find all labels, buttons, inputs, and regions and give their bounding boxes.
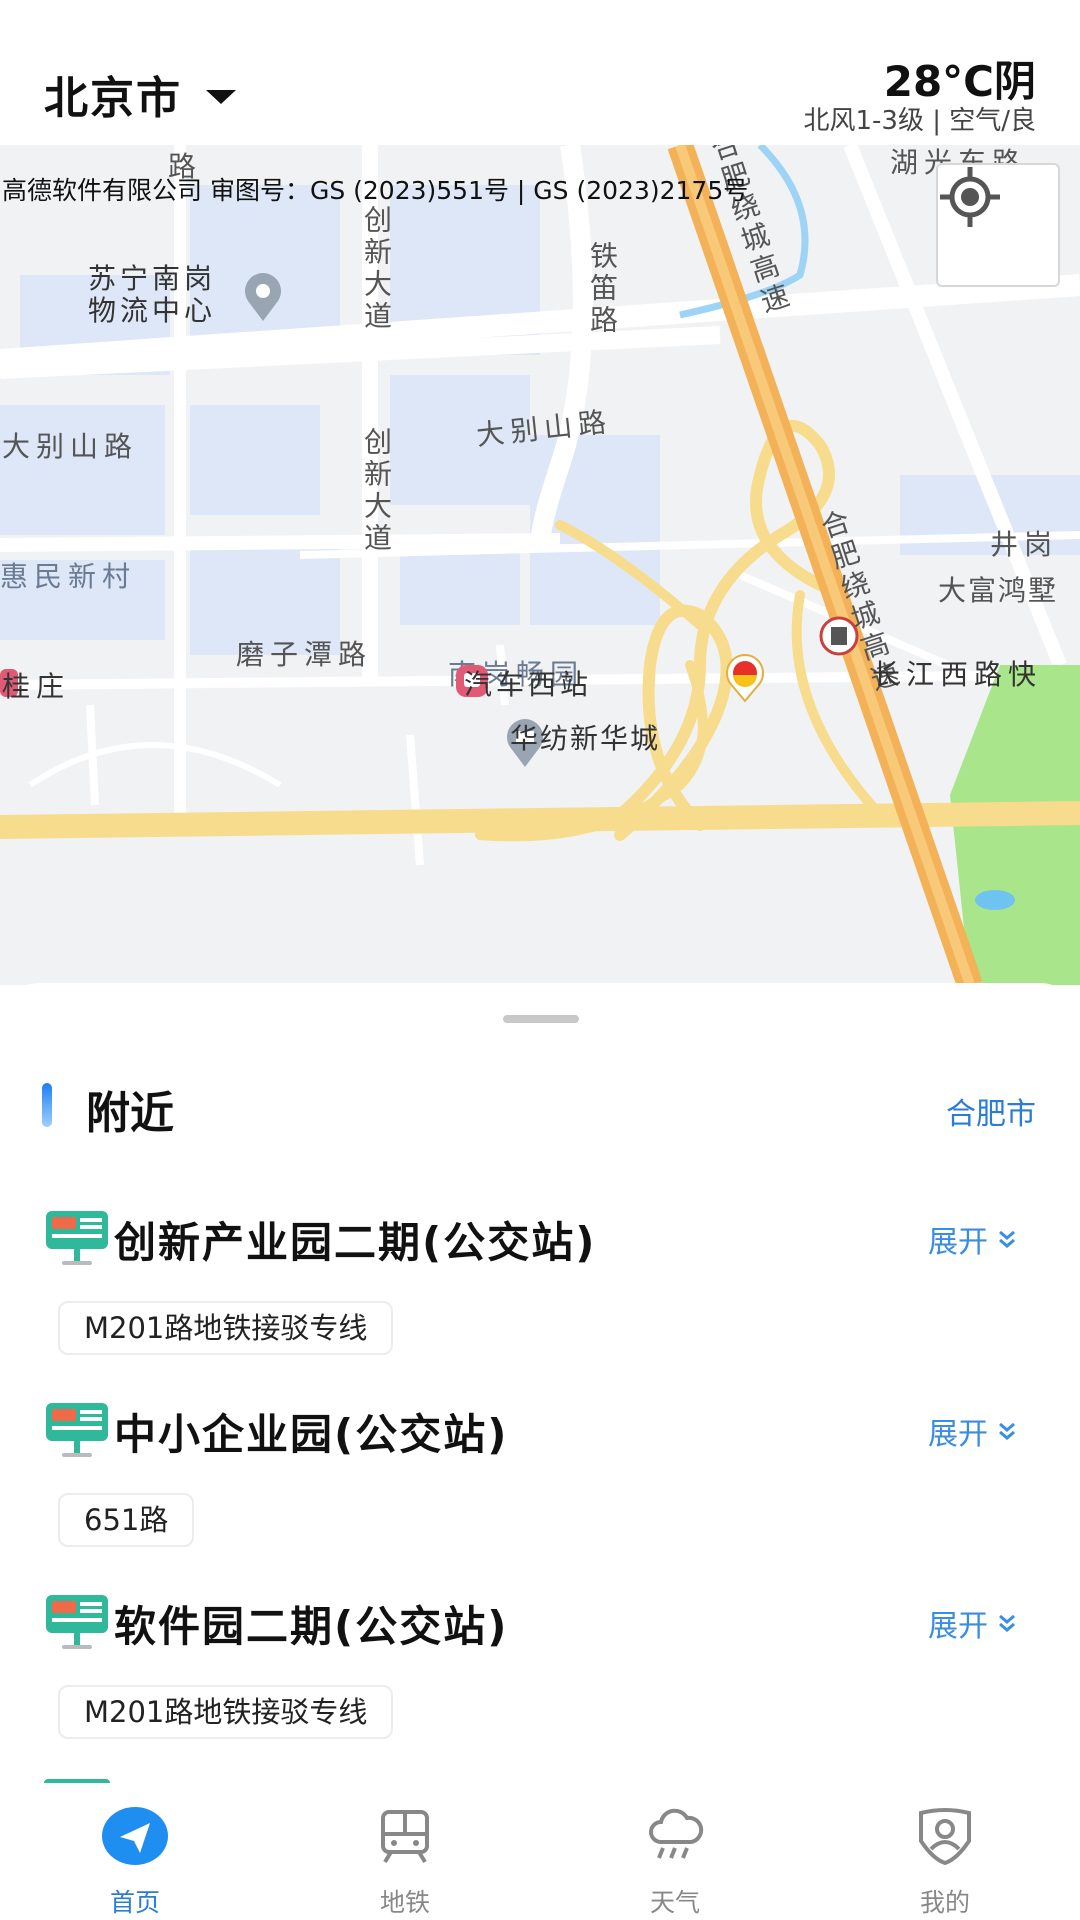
tab-subway[interactable]: 地铁 <box>270 1783 540 1920</box>
bus-route-chip[interactable]: 651路 <box>58 1493 195 1547</box>
city-name: 北京市 <box>44 73 182 124</box>
map-copyright: 高德软件有限公司 审图号：GS (2023)551号 | GS (2023)21… <box>2 176 749 205</box>
bus-stop-sign-icon <box>46 1595 108 1649</box>
map-label-jinggang: 井岗 <box>990 528 1059 561</box>
subway-icon <box>370 1805 440 1867</box>
map-label-mozitan-road: 磨子潭路 <box>236 638 373 671</box>
expand-button[interactable]: 展开 <box>928 1217 1020 1261</box>
map-label-tiedi-road: 铁笛路 <box>586 241 619 337</box>
tab-weather[interactable]: 天气 <box>540 1783 810 1920</box>
map-label-suning: 苏宁南岗物流中心 <box>88 262 217 327</box>
nearby-title: 附近 <box>86 1088 174 1139</box>
chevron-double-down-icon <box>999 1422 1015 1440</box>
map-label-chuangxin-avenue-1: 创新大道 <box>360 205 393 333</box>
expand-button[interactable]: 展开 <box>928 1409 1020 1453</box>
map-label-chuangxin-avenue-2: 创新大道 <box>360 427 393 555</box>
map-poi-huafang[interactable]: 华纺新华城 <box>502 717 661 767</box>
tab-home-label: 首页 <box>109 1888 160 1917</box>
profile-icon <box>910 1805 980 1867</box>
map-view[interactable]: 高德软件有限公司 审图号：GS (2023)551号 | GS (2023)21… <box>0 145 1080 985</box>
expand-label: 展开 <box>928 1225 988 1260</box>
bus-route-chip[interactable]: M201路地铁接驳专线 <box>58 1301 394 1355</box>
header: 北京市 28°C阴 北风1-3级 | 空气/良 <box>0 0 1080 145</box>
bottom-tab-bar: 首页 地铁 天气 我的 <box>0 1783 1080 1920</box>
chevron-double-down-icon <box>999 1230 1015 1248</box>
map-label-dabieshan-road-1: 大别山路 <box>2 430 139 463</box>
navigation-arrow-icon <box>100 1805 170 1867</box>
bus-stop-name: 创新产业园二期(公交站) <box>114 1218 597 1267</box>
bus-stop-name: 软件园二期(公交站) <box>114 1602 509 1651</box>
nearby-sheet: 附近 合肥市 创新产业园二期(公交站) 展开 M201路地铁接驳专线 中小企业园… <box>0 983 1080 1783</box>
city-selector[interactable]: 北京市 <box>44 62 236 126</box>
bus-stop-sign-icon <box>46 1211 108 1265</box>
bus-stop-item[interactable]: 中小企业园(公交站) 展开 651路 <box>0 1401 1080 1581</box>
expand-label: 展开 <box>928 1609 988 1644</box>
expand-button[interactable]: 展开 <box>928 1601 1020 1645</box>
expand-label: 展开 <box>928 1417 988 1452</box>
map-label-bus-west: 汽车西站 <box>464 668 593 701</box>
bus-route-chip[interactable]: M201路地铁接驳专线 <box>58 1685 394 1739</box>
map-label-huimin: 惠民新村 <box>0 560 137 593</box>
locate-button[interactable] <box>936 163 1060 287</box>
tab-weather-label: 天气 <box>649 1888 700 1917</box>
nearby-city-selector[interactable]: 合肥市 <box>946 1089 1036 1133</box>
map-poi-guizhuang[interactable]: 桂庄 <box>0 665 70 705</box>
map-label-guizhuang: 桂庄 <box>2 670 71 703</box>
map-label-huafang: 华纺新华城 <box>510 722 661 755</box>
weather-rain-icon <box>640 1805 710 1867</box>
sheet-drag-handle[interactable] <box>503 1015 579 1023</box>
map-label-changjiang-road: 长江西路快 <box>872 658 1043 691</box>
tab-home[interactable]: 首页 <box>0 1783 270 1920</box>
caret-down-icon <box>206 90 236 104</box>
gas-station-icon <box>726 654 764 703</box>
bus-stop-item[interactable]: 软件园二期(公交站) 展开 M201路地铁接驳专线 <box>0 1593 1080 1773</box>
chevron-double-down-icon <box>999 1614 1015 1632</box>
bus-stop-sign-icon <box>46 1403 108 1457</box>
tab-subway-label: 地铁 <box>379 1888 430 1917</box>
tab-profile-label: 我的 <box>919 1888 970 1917</box>
bus-stop-name: 中小企业园(公交站) <box>114 1410 509 1459</box>
map-label-dafu: 大富鸿墅 <box>938 574 1059 607</box>
map-poi-bus-west[interactable]: 汽车西站 <box>454 663 592 703</box>
station-icon <box>819 616 859 656</box>
map-pin-icon <box>245 273 281 321</box>
locate-crosshair-icon <box>940 167 1000 227</box>
tab-profile[interactable]: 我的 <box>810 1783 1080 1920</box>
weather-detail: 北风1-3级 | 空气/良 <box>803 106 1036 136</box>
section-accent-bar <box>42 1083 52 1127</box>
bus-stop-item[interactable]: 创新产业园二期(公交站) 展开 M201路地铁接驳专线 <box>0 1209 1080 1389</box>
